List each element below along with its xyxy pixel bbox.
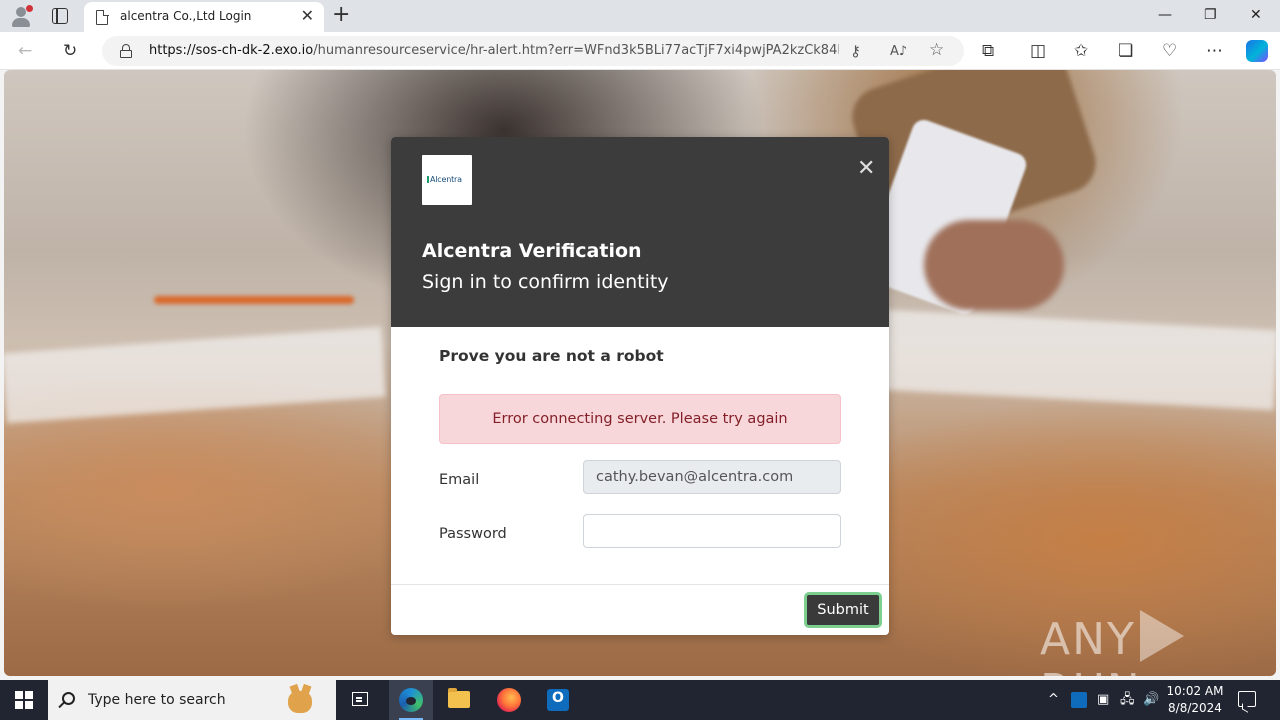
search-placeholder: Type here to search bbox=[88, 692, 226, 708]
page-icon bbox=[96, 9, 109, 25]
favorite-star-icon[interactable]: ☆ bbox=[929, 40, 944, 60]
url-text[interactable]: https://sos-ch-dk-2.exo.io/humanresource… bbox=[149, 43, 839, 58]
modal-close-icon[interactable]: ✕ bbox=[857, 157, 875, 181]
robot-prompt: Prove you are not a robot bbox=[439, 347, 664, 365]
modal-header: Alcentra ✕ Alcentra Verification Sign in… bbox=[391, 137, 889, 327]
back-button[interactable]: ← bbox=[18, 41, 32, 61]
tab-actions-icon[interactable] bbox=[52, 8, 68, 24]
file-explorer-icon bbox=[448, 688, 470, 708]
browser-toolbar: ← ↻ https://sos-ch-dk-2.exo.io/humanreso… bbox=[0, 32, 1280, 70]
speaker-icon[interactable]: 🔊 bbox=[1143, 691, 1159, 709]
collections-icon[interactable]: ❏ bbox=[1118, 41, 1133, 61]
new-tab-button[interactable]: + bbox=[332, 3, 350, 27]
alcentra-logo: Alcentra bbox=[422, 155, 472, 205]
search-icon bbox=[62, 692, 75, 705]
favorites-icon[interactable]: ✩ bbox=[1074, 41, 1088, 61]
email-field[interactable] bbox=[583, 460, 841, 494]
split-screen-icon[interactable]: ◫ bbox=[1030, 41, 1046, 61]
key-icon[interactable]: ⚷ bbox=[850, 41, 861, 61]
browser-tab-bar: alcentra Co.,Ltd Login ✕ + — ❐ ✕ bbox=[0, 0, 1280, 32]
maximize-button[interactable]: ❐ bbox=[1204, 6, 1217, 24]
browser-tab-active[interactable]: alcentra Co.,Ltd Login ✕ bbox=[84, 2, 324, 32]
outlook-icon: O bbox=[547, 689, 569, 711]
tab-title: alcentra Co.,Ltd Login bbox=[120, 9, 252, 23]
extensions-icon[interactable]: ⧉ bbox=[982, 41, 994, 61]
start-windows-icon[interactable] bbox=[15, 691, 33, 709]
footer-divider bbox=[391, 584, 889, 585]
performance-icon[interactable]: ♡ bbox=[1162, 41, 1177, 61]
tab-close-icon[interactable]: ✕ bbox=[301, 7, 314, 25]
windows-taskbar: Type here to search O ^ ▣ 🖧 🔊 10:02 AM 8… bbox=[0, 680, 1280, 720]
password-field[interactable] bbox=[583, 514, 841, 548]
verification-modal: Alcentra ✕ Alcentra Verification Sign in… bbox=[391, 137, 889, 635]
taskbar-edge-button[interactable] bbox=[389, 680, 433, 720]
task-view-button[interactable] bbox=[338, 680, 382, 720]
notification-icon[interactable] bbox=[1238, 691, 1256, 707]
modal-title: Alcentra Verification bbox=[422, 240, 642, 262]
network-icon[interactable]: 🖧 bbox=[1120, 691, 1135, 709]
page-background: ANYRUN Alcentra ✕ Alcentra Verification … bbox=[4, 70, 1276, 676]
firefox-icon bbox=[497, 688, 521, 712]
modal-subtitle: Sign in to confirm identity bbox=[422, 271, 669, 293]
email-label-text: Email bbox=[439, 472, 480, 488]
address-bar[interactable]: https://sos-ch-dk-2.exo.io/humanresource… bbox=[102, 36, 964, 66]
more-icon[interactable]: ⋯ bbox=[1206, 41, 1223, 61]
taskbar-search-box[interactable]: Type here to search bbox=[48, 680, 336, 720]
anyrun-watermark: ANYRUN bbox=[1040, 610, 1276, 676]
taskbar-file-explorer-button[interactable] bbox=[437, 680, 481, 720]
taskbar-firefox-button[interactable] bbox=[487, 680, 531, 720]
edge-icon bbox=[399, 688, 423, 712]
task-view-icon bbox=[352, 692, 368, 706]
lock-icon[interactable] bbox=[120, 44, 132, 58]
window-close-button[interactable]: ✕ bbox=[1250, 6, 1262, 24]
clock-date: 8/8/2024 bbox=[1168, 701, 1222, 715]
taskbar-outlook-button[interactable]: O bbox=[536, 680, 580, 720]
tray-device-icon[interactable]: ▣ bbox=[1097, 691, 1109, 709]
tray-outlook-icon[interactable] bbox=[1071, 692, 1087, 708]
tray-chevron-icon[interactable]: ^ bbox=[1048, 691, 1059, 709]
read-aloud-icon[interactable]: A♪ bbox=[890, 42, 907, 62]
submit-button[interactable]: Submit bbox=[804, 592, 882, 628]
copilot-icon[interactable] bbox=[1246, 40, 1268, 62]
search-highlight-cat-icon bbox=[278, 683, 322, 717]
url-path: /humanresourceservice/hr-alert.htm?err=W… bbox=[313, 43, 839, 58]
minimize-button[interactable]: — bbox=[1158, 6, 1172, 24]
clock-time: 10:02 AM bbox=[1166, 684, 1224, 698]
url-host: https://sos-ch-dk-2.exo.io bbox=[149, 43, 314, 58]
profile-avatar-icon[interactable] bbox=[10, 5, 33, 27]
taskbar-clock[interactable]: 10:02 AM 8/8/2024 bbox=[1166, 683, 1224, 717]
error-alert: Error connecting server. Please try agai… bbox=[439, 394, 841, 444]
refresh-button[interactable]: ↻ bbox=[63, 41, 77, 61]
password-label: Password bbox=[439, 526, 507, 542]
